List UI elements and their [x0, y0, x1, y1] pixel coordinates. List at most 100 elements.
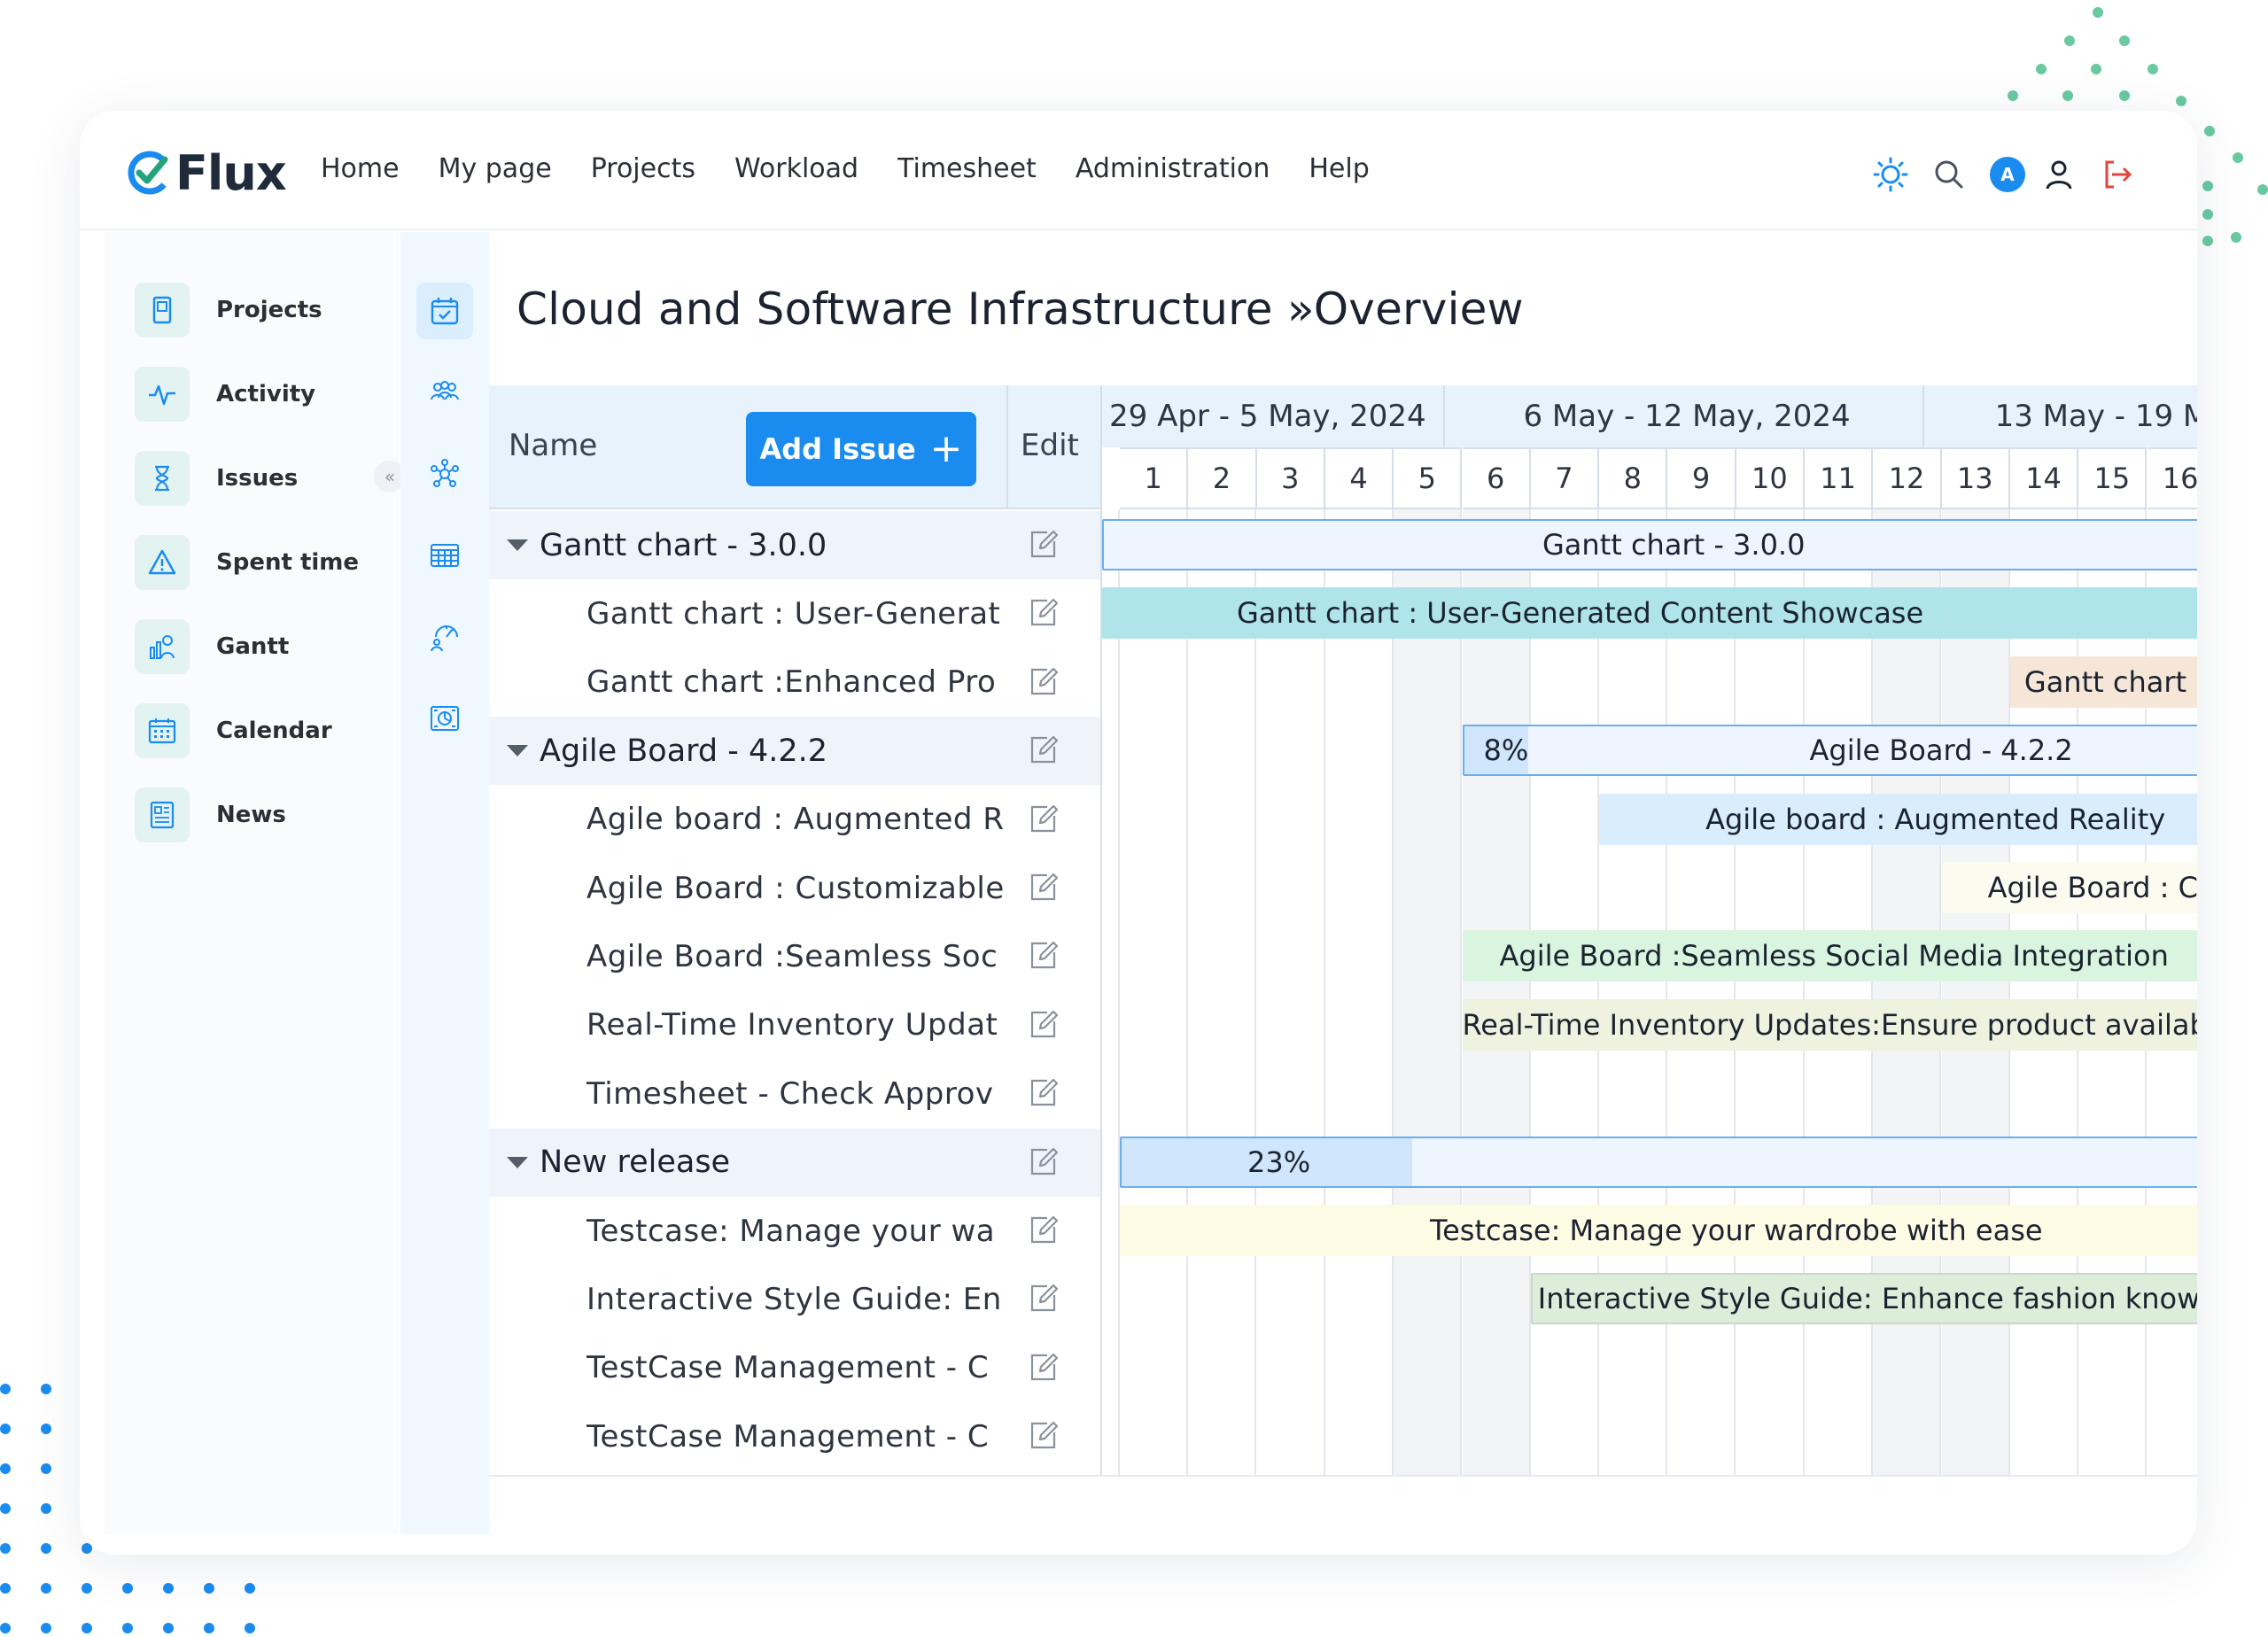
gantt-bar[interactable]: Gantt chart - 3.0.0 — [1102, 519, 2197, 570]
edit-column-header: Edit — [1021, 428, 1079, 463]
issue-name[interactable]: Testcase: Manage your wa — [586, 1214, 1003, 1249]
table-icon[interactable] — [416, 527, 473, 584]
decor-dot — [2091, 64, 2101, 74]
nav-my-page[interactable]: My page — [439, 153, 552, 184]
gantt-bar[interactable]: Interactive Style Guide: Enhance fashion… — [1530, 1273, 2197, 1325]
issue-name[interactable]: Gantt chart : User-Generat — [586, 596, 1003, 632]
dashboard-icon[interactable] — [416, 609, 473, 665]
expand-caret-icon[interactable] — [507, 539, 528, 551]
issue-row[interactable]: Timesheet - Check Approv — [489, 1059, 1100, 1128]
edit-icon[interactable] — [1028, 1283, 1060, 1315]
nav-home[interactable]: Home — [321, 153, 400, 184]
bar-label: Agile board : Augmented Reality — [1705, 802, 2166, 836]
decor-dot — [41, 1503, 51, 1514]
day-column — [1394, 509, 1463, 1475]
day-column — [1462, 509, 1531, 1475]
edit-icon[interactable] — [1028, 940, 1060, 972]
search-icon[interactable] — [1931, 157, 1967, 192]
sidebar-item-news[interactable]: News — [135, 787, 286, 842]
gantt-bar[interactable]: Testcase: Manage your wardrobe with ease — [1120, 1205, 2197, 1256]
decor-dot — [2093, 7, 2103, 18]
version-group-row[interactable]: Gantt chart - 3.0.0 — [489, 511, 1100, 579]
chart-board-icon[interactable] — [416, 690, 473, 747]
sidebar-item-activity[interactable]: Activity — [135, 367, 315, 422]
expand-caret-icon[interactable] — [507, 745, 528, 757]
issue-row[interactable]: TestCase Management - C — [489, 1402, 1100, 1470]
day-column — [1599, 509, 1668, 1475]
edit-icon[interactable] — [1028, 734, 1060, 766]
user-icon[interactable] — [2041, 157, 2077, 192]
issue-row[interactable]: Agile Board :Seamless Soc — [489, 922, 1100, 990]
issue-row[interactable]: Real-Time Inventory Updat — [489, 991, 1100, 1059]
edit-icon[interactable] — [1028, 1146, 1060, 1178]
team-icon[interactable] — [416, 364, 473, 421]
decor-dot — [41, 1543, 51, 1554]
gantt-bar[interactable]: 23% — [1120, 1136, 2197, 1188]
decor-dot — [0, 1543, 11, 1554]
edit-icon[interactable] — [1028, 1420, 1060, 1452]
issue-name[interactable]: TestCase Management - C — [586, 1419, 1003, 1455]
sun-icon[interactable] — [1873, 157, 1908, 192]
icon-rail — [400, 232, 489, 1534]
expand-caret-icon[interactable] — [507, 1156, 528, 1168]
edit-icon[interactable] — [1028, 1214, 1060, 1246]
flux-logo[interactable]: Flux — [126, 145, 287, 201]
gantt-icon — [135, 619, 190, 674]
name-column-header[interactable]: Name — [509, 428, 597, 463]
issue-row[interactable]: Agile Board : Customizable — [489, 854, 1100, 922]
gantt-bar[interactable]: Gantt chart :Enhanced Product — [2009, 656, 2197, 708]
edit-icon[interactable] — [1028, 1009, 1060, 1041]
sidebar-item-calendar[interactable]: Calendar — [135, 703, 332, 758]
issue-name[interactable]: Agile board : Augmented R — [586, 802, 1003, 837]
progress-label: 8% — [1483, 733, 1529, 768]
issue-row[interactable]: Interactive Style Guide: Enh — [489, 1265, 1100, 1333]
decor-dot — [0, 1623, 11, 1633]
gantt-bar[interactable]: 8% Agile Board - 4.2.2 — [1462, 725, 2197, 777]
issue-row[interactable]: Gantt chart :Enhanced Pro — [489, 648, 1100, 717]
issue-row[interactable]: TestCase Management - C — [489, 1334, 1100, 1402]
add-issue-button[interactable]: Add Issue + — [746, 412, 976, 486]
issue-name[interactable]: TestCase Management - C — [586, 1350, 1003, 1385]
gantt-bar[interactable]: Agile Board :Seamless Social Media Integ… — [1462, 930, 2197, 982]
gantt-bar[interactable]: Agile board : Augmented Reality — [1599, 793, 2197, 845]
sidebar-item-gantt[interactable]: Gantt — [135, 619, 289, 674]
version-group-row[interactable]: Agile Board - 4.2.2 — [489, 717, 1100, 786]
gantt-bar[interactable]: Agile Board : Customizable — [1941, 862, 2197, 913]
gantt-bar[interactable]: Gantt chart : User-Generated Content Sho… — [1102, 587, 2197, 640]
nav-administration[interactable]: Administration — [1076, 153, 1270, 184]
nav-projects[interactable]: Projects — [591, 153, 695, 184]
edit-icon[interactable] — [1028, 1077, 1060, 1109]
edit-icon[interactable] — [1028, 803, 1060, 835]
nav-workload[interactable]: Workload — [734, 153, 858, 184]
edit-icon[interactable] — [1028, 529, 1060, 561]
sidebar-item-label: Calendar — [216, 718, 332, 744]
issue-row[interactable]: Gantt chart : User-Generat — [489, 579, 1100, 648]
avatar[interactable]: A — [1990, 157, 2025, 192]
day-column — [1188, 509, 1257, 1475]
sidebar-item-projects[interactable]: Projects — [135, 283, 322, 337]
issue-row[interactable]: Agile board : Augmented R — [489, 786, 1100, 854]
version-group-row[interactable]: New release — [489, 1128, 1100, 1197]
logout-icon[interactable] — [2100, 157, 2135, 192]
gantt-bar[interactable]: Real-Time Inventory Updates:Ensure produ… — [1462, 998, 2197, 1051]
edit-icon[interactable] — [1028, 1352, 1060, 1384]
nav-timesheet[interactable]: Timesheet — [897, 153, 1037, 184]
bar-label: Gantt chart :Enhanced Product — [2023, 664, 2197, 699]
edit-icon[interactable] — [1028, 872, 1060, 904]
issue-name[interactable]: Timesheet - Check Approv — [586, 1076, 1003, 1112]
network-icon[interactable] — [416, 446, 473, 502]
issue-name[interactable]: Agile Board : Customizable — [586, 871, 1003, 906]
issue-name[interactable]: Agile Board :Seamless Soc — [586, 939, 1003, 974]
edit-icon[interactable] — [1028, 666, 1060, 698]
issue-name[interactable]: Gantt chart :Enhanced Pro — [586, 664, 1003, 700]
issue-name[interactable]: Interactive Style Guide: Enh — [586, 1282, 1003, 1317]
decor-dot — [2233, 152, 2243, 163]
calendar-check-icon[interactable] — [416, 283, 473, 339]
issue-row[interactable]: Testcase: Manage your wa — [489, 1197, 1100, 1265]
nav-help[interactable]: Help — [1309, 153, 1369, 184]
progress-label: 23% — [1247, 1144, 1311, 1179]
edit-icon[interactable] — [1028, 597, 1060, 629]
sidebar-item-spent-time[interactable]: Spent time — [135, 535, 359, 590]
sidebar-item-issues[interactable]: Issues — [135, 451, 298, 506]
issue-name[interactable]: Real-Time Inventory Updat — [586, 1007, 1003, 1043]
